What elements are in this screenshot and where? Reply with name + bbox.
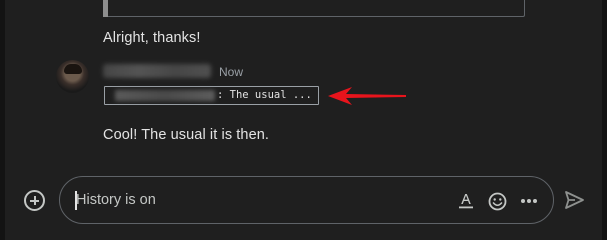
annotation-arrow [328,87,406,105]
add-icon[interactable] [24,190,45,211]
more-horiz-icon[interactable] [518,190,540,212]
message-composer[interactable] [59,176,554,224]
quoted-message-text: : The usual ... [217,89,312,101]
message-timestamp: Now [219,65,244,79]
left-edge [0,0,5,240]
message-text: Alright, thanks! [103,30,201,46]
avatar[interactable] [56,60,89,93]
right-edge [602,0,607,240]
quote-bar [103,0,108,17]
send-icon[interactable] [563,189,585,211]
message-input[interactable] [76,189,436,211]
quoted-message[interactable]: : The usual ... [104,86,319,105]
previous-quote-block [103,0,525,17]
quoted-sender-redacted [115,90,215,101]
text-format-icon[interactable] [455,190,477,212]
message-text: Cool! The usual it is then. [103,127,270,143]
sender-name-redacted [103,64,211,78]
emoji-icon[interactable] [486,190,508,212]
